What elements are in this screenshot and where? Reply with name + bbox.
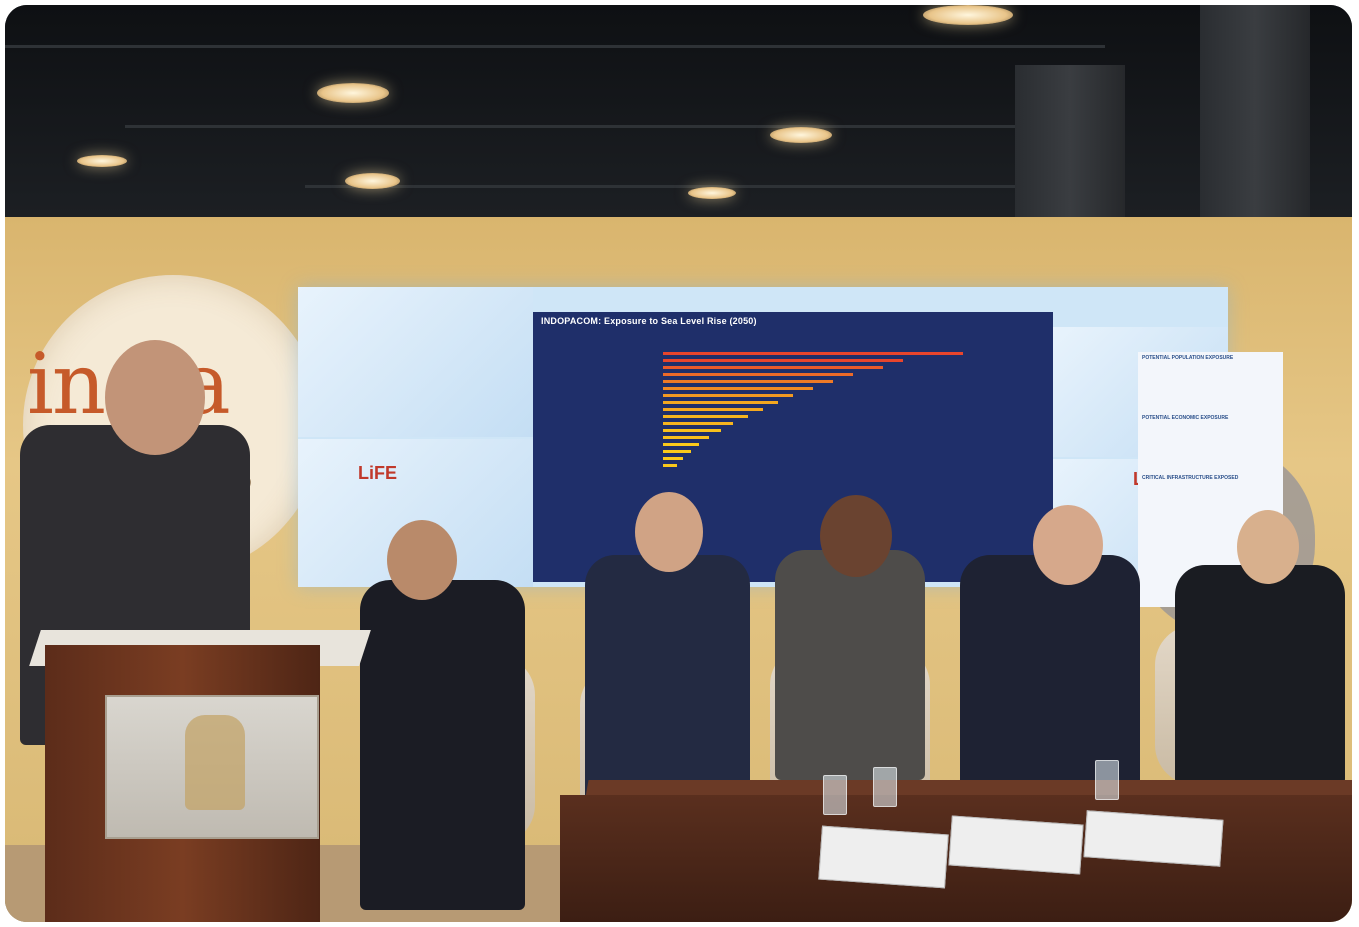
info-heading: POTENTIAL ECONOMIC EXPOSURE (1142, 415, 1229, 421)
water-glass (873, 767, 897, 807)
photo-frame: india 28 LiFE LiFE INDOPACOM: Exposure t… (5, 5, 1352, 922)
booklet (818, 825, 949, 889)
chart-bar (663, 366, 883, 369)
screen-panel (298, 287, 533, 437)
panelist-suit (585, 555, 750, 805)
chart-bar (663, 436, 709, 439)
panelist-head (820, 495, 892, 577)
chart-bar (663, 401, 778, 404)
panelist-head (1237, 510, 1299, 584)
chart-bar (663, 359, 903, 362)
booklet (1083, 810, 1224, 867)
speaker-head (105, 340, 205, 455)
chart-bar (663, 380, 833, 383)
chart-bar (663, 408, 763, 411)
panelist-head (635, 492, 703, 572)
ceiling-lamp (688, 187, 736, 199)
water-glass (1095, 760, 1119, 800)
panelist-dress (775, 550, 925, 780)
chart-bar (663, 352, 963, 355)
chart-bar (663, 422, 733, 425)
chart-bar (663, 373, 853, 376)
chart-bar (663, 457, 683, 460)
ceiling-lamp (923, 5, 1013, 25)
chart-bar (663, 429, 721, 432)
chart-bar (663, 443, 699, 446)
booklet (948, 815, 1084, 875)
panelist-suit (360, 580, 525, 910)
slide-title: INDOPACOM: Exposure to Sea Level Rise (2… (541, 316, 757, 326)
water-glass (823, 775, 847, 815)
chart-bar (663, 450, 691, 453)
panelist-suit (960, 555, 1140, 795)
national-emblem (185, 715, 245, 810)
ceiling-lamp (317, 83, 389, 103)
sea-level-chart-slide: INDOPACOM: Exposure to Sea Level Rise (2… (533, 312, 1283, 607)
info-heading: CRITICAL INFRASTRUCTURE EXPOSED (1142, 475, 1239, 481)
ceiling-lamp (770, 127, 832, 143)
panelist-suit (1175, 565, 1345, 785)
chart-bar (663, 394, 793, 397)
panelist-head (1033, 505, 1103, 585)
chart-bar (663, 464, 677, 467)
chart-bar (663, 387, 813, 390)
panelist-head (387, 520, 457, 600)
info-heading: POTENTIAL POPULATION EXPOSURE (1142, 355, 1234, 361)
ceiling-pipe (125, 125, 1125, 128)
ceiling-pipe (5, 45, 1105, 48)
chart-bar (663, 415, 748, 418)
ceiling-lamp (345, 173, 400, 189)
life-logo: LiFE (358, 463, 397, 483)
ceiling-lamp (77, 155, 127, 167)
